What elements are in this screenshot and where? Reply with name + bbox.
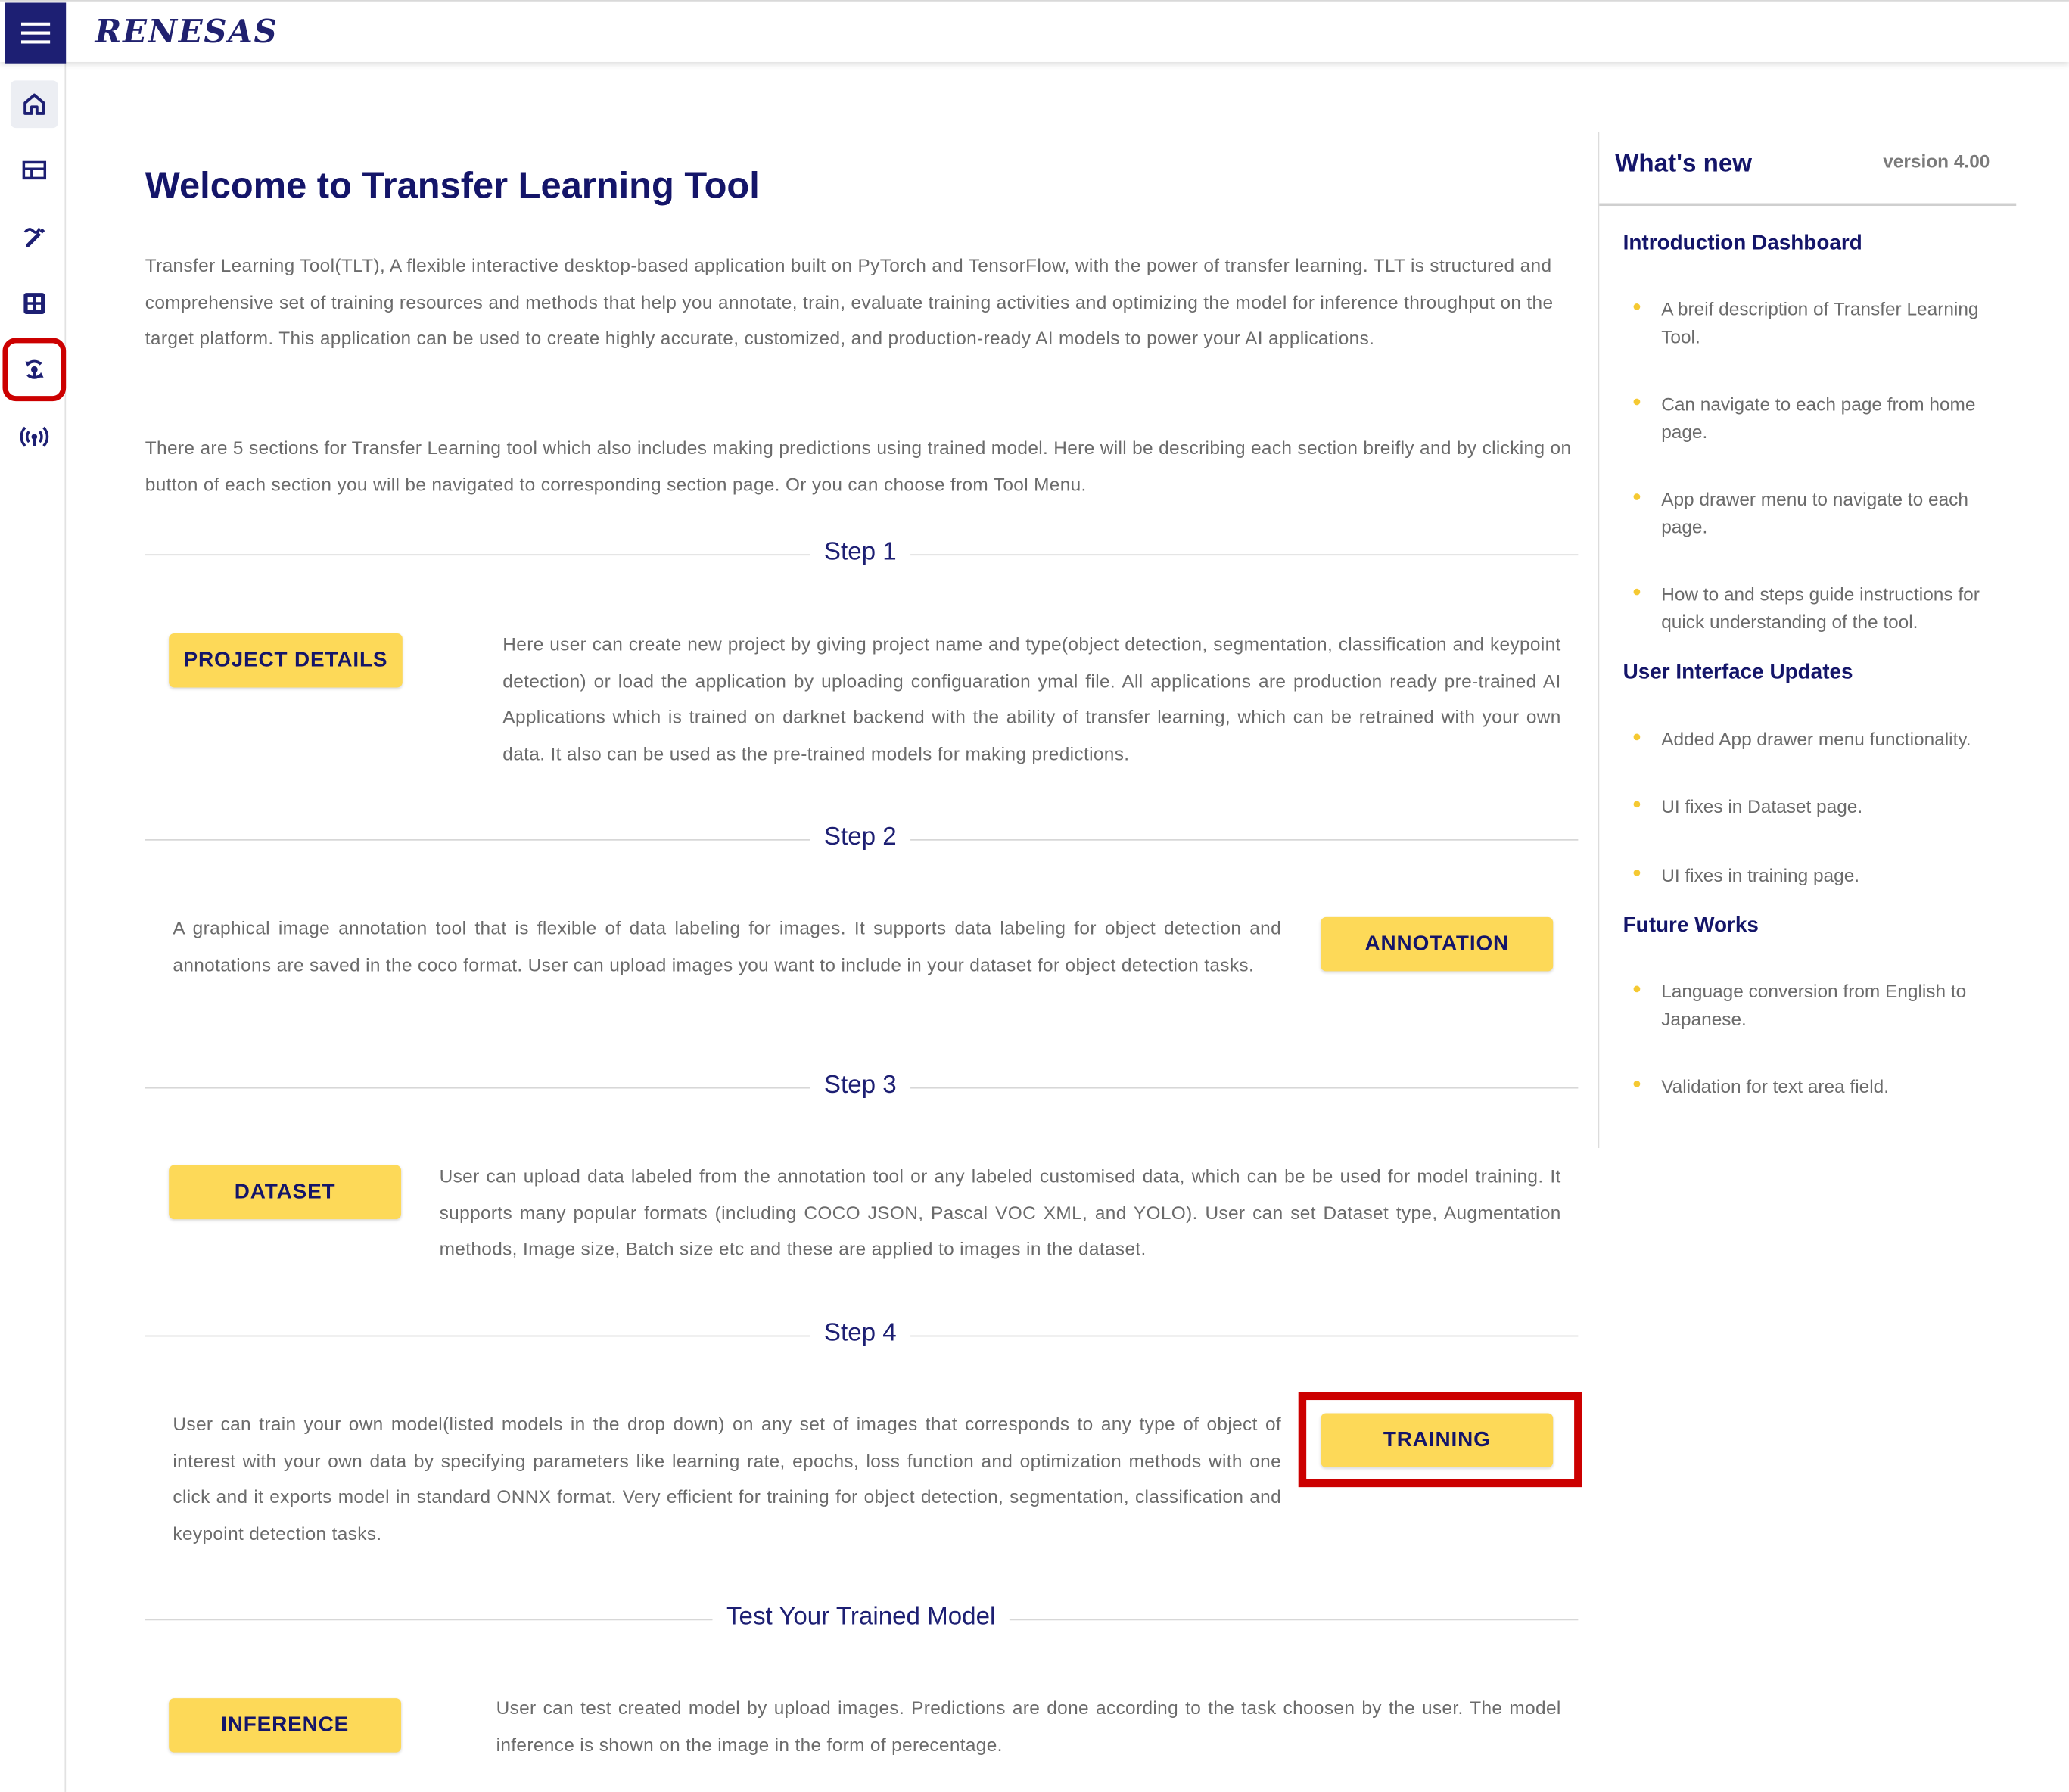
bullet-icon bbox=[1633, 493, 1641, 500]
sections-paragraph: There are 5 sections for Transfer Learni… bbox=[145, 437, 1572, 495]
bullet-icon bbox=[1633, 1081, 1641, 1087]
whats-new-divider bbox=[1599, 203, 2017, 207]
step-4-label: Step 4 bbox=[810, 1319, 911, 1349]
bullet-icon bbox=[1633, 303, 1641, 310]
renesas-logo: RENESAS bbox=[95, 11, 278, 51]
dataset-button[interactable]: DATASET bbox=[169, 1165, 402, 1220]
section-heading: Introduction Dashboard bbox=[1623, 232, 1862, 255]
whats-new-panel: What's new version 4.00 Introduction Das… bbox=[1598, 132, 2021, 1149]
bullet-icon bbox=[1633, 398, 1641, 406]
annotation-button[interactable]: ANNOTATION bbox=[1321, 916, 1554, 972]
section-heading: User Interface Updates bbox=[1623, 661, 1853, 684]
sidebar-item-dashboard[interactable] bbox=[11, 147, 58, 194]
step-2-label: Step 2 bbox=[810, 823, 911, 853]
bullet-icon bbox=[1633, 870, 1641, 876]
hamburger-menu-button[interactable] bbox=[5, 2, 67, 64]
project-details-button[interactable]: PROJECT DETAILS bbox=[169, 633, 403, 688]
bullet-icon bbox=[1633, 801, 1641, 808]
sidebar-item-annotation[interactable] bbox=[11, 213, 58, 261]
bullet-icon bbox=[1633, 733, 1641, 741]
inference-icon bbox=[20, 426, 49, 447]
sidebar-item-training[interactable] bbox=[2, 338, 67, 402]
test-model-label: Test Your Trained Model bbox=[712, 1603, 1010, 1632]
bullet-icon bbox=[1633, 588, 1641, 596]
dataset-icon bbox=[23, 293, 45, 315]
inference-description: User can test created model by upload im… bbox=[496, 1697, 1561, 1755]
step-3-label: Step 3 bbox=[810, 1071, 911, 1101]
page-title: Welcome to Transfer Learning Tool bbox=[145, 164, 760, 207]
annotation-description: A graphical image annotation tool that i… bbox=[173, 916, 1282, 975]
training-description: User can train your own model(listed mod… bbox=[173, 1413, 1282, 1544]
annotation-icon bbox=[23, 227, 45, 247]
dataset-description: User can upload data labeled from the an… bbox=[439, 1165, 1561, 1259]
home-icon bbox=[23, 93, 45, 115]
version-label: version 4.00 bbox=[1883, 150, 1990, 172]
hamburger-icon bbox=[20, 22, 51, 44]
inference-button[interactable]: INFERENCE bbox=[169, 1698, 402, 1753]
intro-paragraph: Transfer Learning Tool(TLT), A flexible … bbox=[145, 254, 1554, 349]
training-button[interactable]: TRAINING bbox=[1321, 1413, 1554, 1467]
whats-new-title: What's new bbox=[1615, 150, 1753, 179]
step-1-label: Step 1 bbox=[810, 538, 911, 568]
sidebar bbox=[0, 61, 67, 1792]
sidebar-item-dataset[interactable] bbox=[11, 280, 58, 328]
sidebar-item-home[interactable] bbox=[10, 80, 58, 129]
top-bar: RENESAS bbox=[0, 0, 2069, 64]
dashboard-icon bbox=[22, 160, 47, 180]
bullet-icon bbox=[1633, 985, 1641, 993]
section-heading: Future Works bbox=[1623, 914, 1759, 938]
project-details-description: Here user can create new project by givi… bbox=[502, 633, 1561, 764]
training-icon bbox=[25, 359, 44, 379]
sidebar-item-inference[interactable] bbox=[11, 413, 58, 461]
